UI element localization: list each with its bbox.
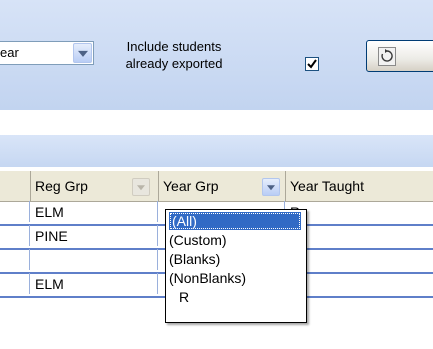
chevron-down-icon [77, 50, 88, 57]
row-indicator [0, 225, 30, 246]
chevron-down-icon [267, 185, 275, 191]
header-year-taught-label: Year Taught [290, 178, 364, 194]
row-indicator [0, 201, 30, 222]
year-grp-filter-button[interactable] [262, 178, 280, 196]
cell-year-taught[interactable]: R [285, 249, 433, 270]
cell-reg-grp[interactable]: PINE [30, 225, 158, 246]
year-grp-filter-dropdown[interactable]: (All) (Custom) (Blanks) (NonBlanks) R [165, 209, 307, 323]
header-year-grp[interactable]: Year Grp [158, 171, 286, 202]
refresh-icon [378, 47, 396, 66]
reg-grp-filter-button[interactable] [132, 178, 150, 196]
filter-option-blanks[interactable]: (Blanks) [169, 250, 220, 268]
include-exported-checkbox[interactable] [305, 57, 319, 71]
header-cell-left [0, 171, 31, 202]
cell-reg-grp[interactable] [30, 249, 158, 270]
year-combo-value: ear [0, 45, 19, 60]
cell-year-taught[interactable]: 12 [285, 273, 433, 294]
header-reg-grp[interactable]: Reg Grp [30, 171, 159, 202]
cell-year-taught[interactable]: R [285, 201, 433, 222]
year-combo-dropdown-button[interactable] [73, 43, 92, 63]
filter-option-nonblanks[interactable]: (NonBlanks) [169, 269, 246, 287]
grid-group-band [0, 135, 433, 167]
toolbar: ear Include students already exported [0, 0, 433, 110]
include-exported-label: Include students already exported [112, 38, 236, 72]
include-label-line2: already exported [125, 56, 223, 71]
filter-option-custom[interactable]: (Custom) [169, 231, 227, 249]
cell-reg-grp[interactable]: ELM [30, 201, 158, 222]
checkmark-icon [307, 59, 317, 69]
row-indicator [0, 249, 30, 270]
grid-header: Reg Grp Year Grp Year Taught [0, 171, 433, 202]
header-year-grp-label: Year Grp [163, 178, 219, 194]
header-year-taught[interactable]: Year Taught [285, 171, 433, 202]
cell-reg-grp[interactable]: ELM [30, 273, 158, 294]
cell-year-taught[interactable]: R [285, 225, 433, 246]
filter-option-r[interactable]: R [179, 288, 189, 306]
filter-option-all[interactable]: (All) [169, 212, 301, 230]
refresh-button[interactable] [366, 40, 433, 72]
row-indicator [0, 273, 30, 294]
header-reg-grp-label: Reg Grp [35, 178, 88, 194]
include-label-line1: Include students [126, 39, 222, 54]
year-combo[interactable]: ear [0, 41, 94, 65]
chevron-down-icon [137, 185, 145, 191]
